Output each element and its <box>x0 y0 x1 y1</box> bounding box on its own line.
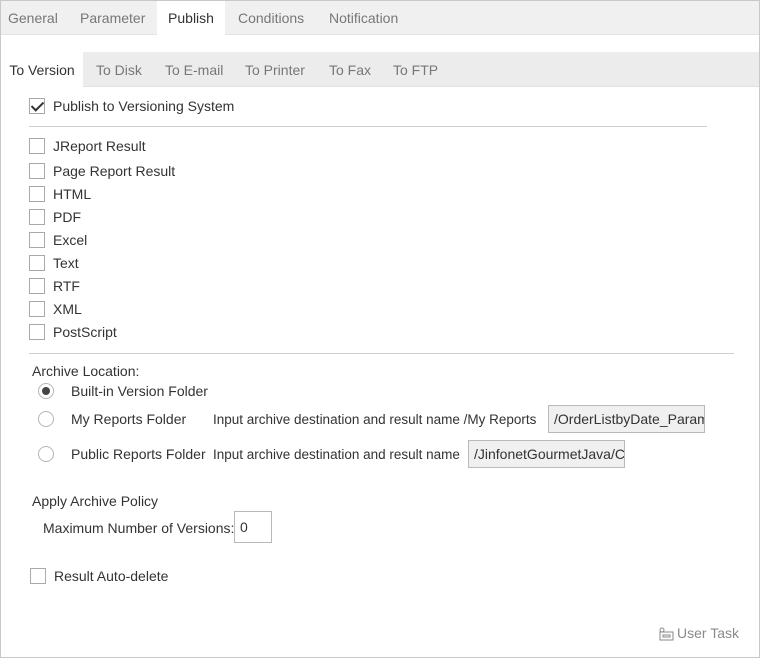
tab-general[interactable]: General <box>8 1 58 35</box>
user-task-label: User Task <box>677 625 739 641</box>
public-reports-prompt: Input archive destination and result nam… <box>213 447 460 462</box>
my-reports-prompt: Input archive destination and result nam… <box>213 412 537 427</box>
tab-notification[interactable]: Notification <box>329 1 398 35</box>
auto-delete-checkbox[interactable] <box>30 568 46 584</box>
tab-to-disk[interactable]: To Disk <box>96 52 142 87</box>
tab-to-ftp[interactable]: To FTP <box>393 52 438 87</box>
format-html-label: HTML <box>53 186 92 202</box>
format-page-report-checkbox[interactable] <box>29 163 45 179</box>
my-reports-radio[interactable] <box>38 411 54 427</box>
format-jreport-label: JReport Result <box>53 138 146 154</box>
my-reports-label: My Reports Folder <box>71 411 187 427</box>
format-pdf-checkbox[interactable] <box>29 209 45 225</box>
format-xml-checkbox[interactable] <box>29 301 45 317</box>
tab-conditions[interactable]: Conditions <box>238 1 304 35</box>
format-html-checkbox[interactable] <box>29 186 45 202</box>
divider <box>29 353 734 354</box>
format-postscript-label: PostScript <box>53 324 117 340</box>
format-pdf-label: PDF <box>53 209 81 225</box>
format-excel-checkbox[interactable] <box>29 232 45 248</box>
tab-publish[interactable]: Publish <box>157 1 225 36</box>
publish-versioning-label: Publish to Versioning System <box>53 98 235 114</box>
archive-location-title: Archive Location: <box>32 363 140 379</box>
publish-sub-tab-bar: To Version To Disk To E-mail To Printer … <box>1 52 759 88</box>
auto-delete-label: Result Auto-delete <box>54 568 169 584</box>
public-reports-label: Public Reports Folder <box>71 446 206 462</box>
archive-policy-title: Apply Archive Policy <box>32 493 159 509</box>
builtin-folder-label: Built-in Version Folder <box>71 383 208 399</box>
max-versions-label: Maximum Number of Versions: <box>43 520 235 536</box>
tab-parameter[interactable]: Parameter <box>80 1 145 35</box>
user-task-icon <box>659 627 674 641</box>
tab-to-email[interactable]: To E-mail <box>165 52 223 87</box>
divider <box>29 126 707 127</box>
format-postscript-checkbox[interactable] <box>29 324 45 340</box>
public-reports-radio[interactable] <box>38 446 54 462</box>
format-text-checkbox[interactable] <box>29 255 45 271</box>
format-rtf-label: RTF <box>53 278 80 294</box>
tab-to-version[interactable]: To Version <box>1 52 83 88</box>
format-xml-label: XML <box>53 301 82 317</box>
format-jreport-checkbox[interactable] <box>29 138 45 154</box>
max-versions-input[interactable]: 0 <box>234 511 272 543</box>
main-tab-bar: General Parameter Publish Conditions Not… <box>1 1 759 36</box>
public-reports-path-input[interactable]: /JinfonetGourmetJava/C <box>468 440 625 468</box>
my-reports-path-input[interactable]: /OrderListbyDate_Param <box>548 405 705 433</box>
builtin-folder-radio[interactable] <box>38 383 54 399</box>
format-text-label: Text <box>53 255 79 271</box>
user-task-link[interactable]: User Task <box>658 625 739 643</box>
format-rtf-checkbox[interactable] <box>29 278 45 294</box>
tab-to-fax[interactable]: To Fax <box>329 52 371 87</box>
publish-versioning-checkbox[interactable] <box>29 98 45 114</box>
tab-to-printer[interactable]: To Printer <box>245 52 305 87</box>
format-page-report-label: Page Report Result <box>53 163 176 179</box>
format-excel-label: Excel <box>53 232 88 248</box>
schedule-dialog: General Parameter Publish Conditions Not… <box>0 0 760 658</box>
